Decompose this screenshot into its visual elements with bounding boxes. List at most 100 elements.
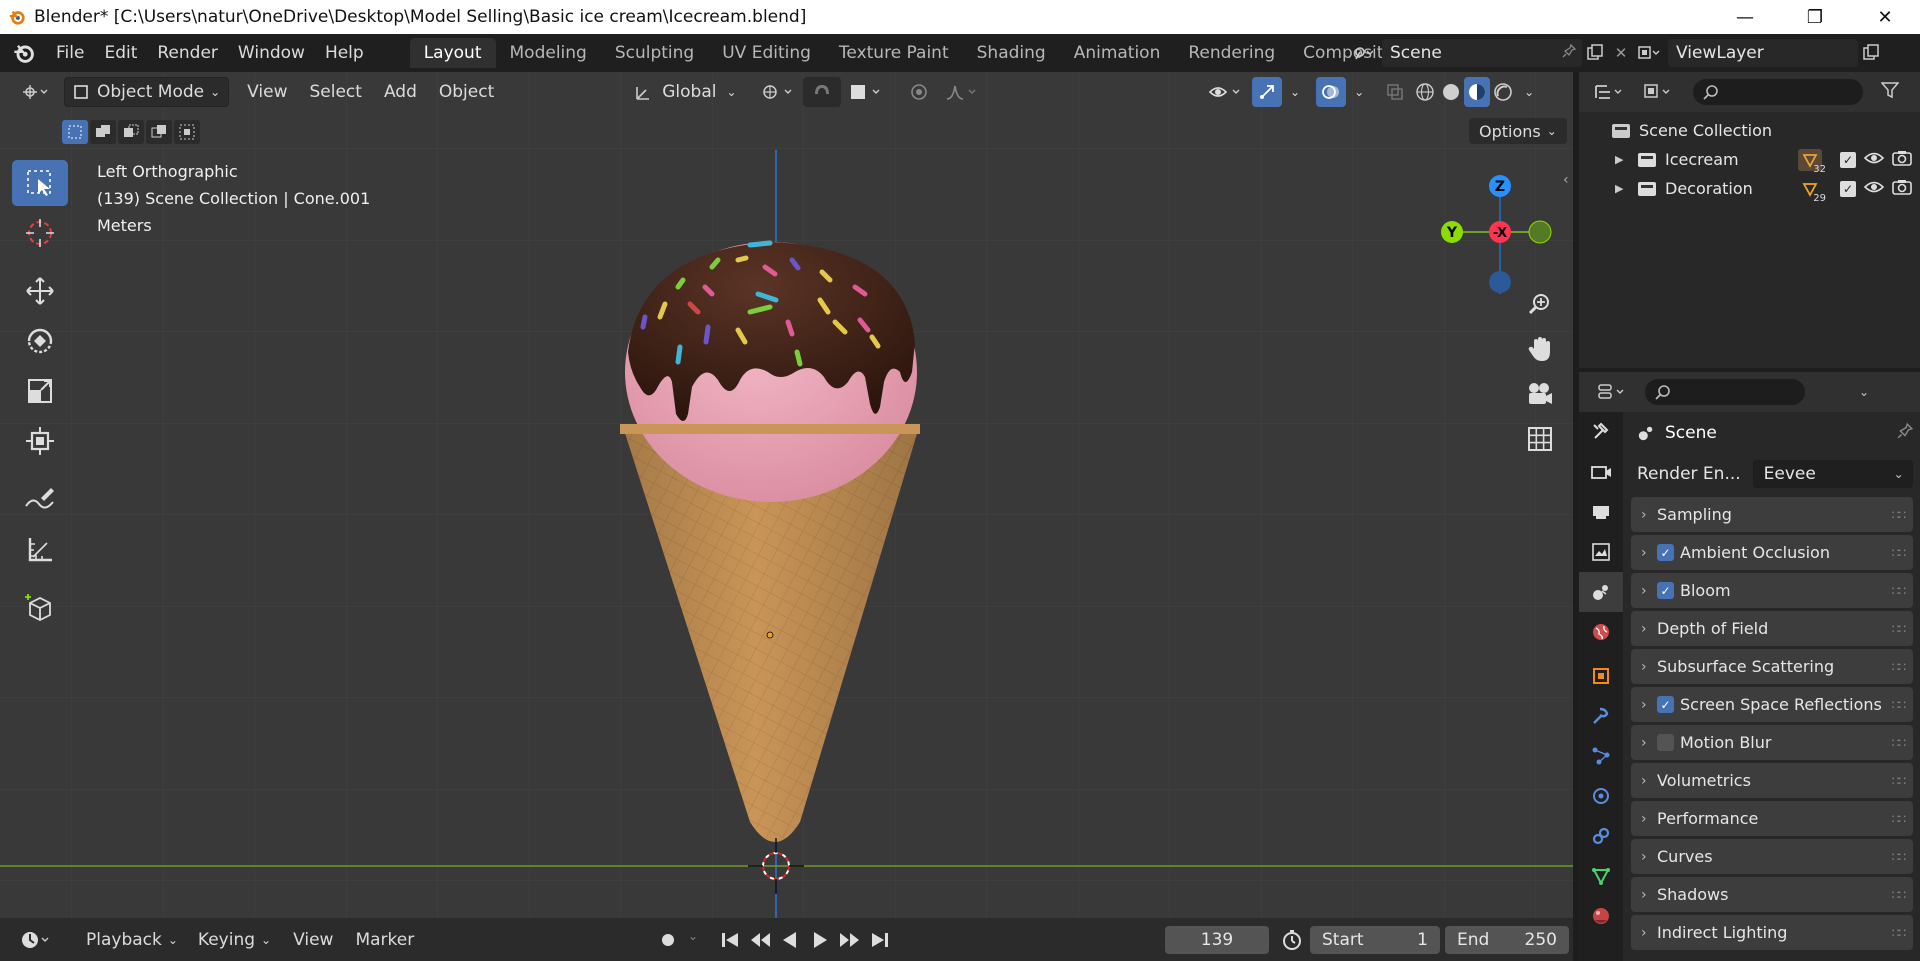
add-cube-tool-icon[interactable] xyxy=(12,584,68,630)
drag-handle-icon[interactable]: ∷∷ xyxy=(1892,888,1906,902)
camera-render-icon[interactable] xyxy=(1892,179,1912,199)
panel-performance[interactable]: › Performance ∷∷ xyxy=(1631,801,1913,836)
tab-sculpting[interactable]: Sculpting xyxy=(601,38,708,68)
particles-tab-icon[interactable] xyxy=(1579,736,1623,776)
tool-tab-icon[interactable] xyxy=(1579,412,1623,452)
scene-name-field[interactable]: Scene xyxy=(1382,39,1582,67)
tab-rendering[interactable]: Rendering xyxy=(1174,38,1289,68)
cursor-tool-icon[interactable] xyxy=(12,210,68,256)
object-menu[interactable]: Object xyxy=(431,77,502,107)
perspective-toggle-grid-icon[interactable] xyxy=(1521,420,1559,458)
select-menu[interactable]: Select xyxy=(302,77,370,107)
editor-type-icon[interactable] xyxy=(12,77,58,107)
exclude-checkbox[interactable]: ✓ xyxy=(1840,151,1856,168)
transform-tool-icon[interactable] xyxy=(12,418,68,464)
menu-file[interactable]: File xyxy=(46,38,94,68)
scale-tool-icon[interactable] xyxy=(12,368,68,414)
falloff-icon[interactable] xyxy=(937,77,987,107)
drag-handle-icon[interactable]: ∷∷ xyxy=(1892,736,1906,750)
output-tab-icon[interactable] xyxy=(1579,492,1623,532)
tab-uv-editing[interactable]: UV Editing xyxy=(708,38,825,68)
viewlayer-name-field[interactable]: ViewLayer xyxy=(1668,39,1858,67)
drag-handle-icon[interactable]: ∷∷ xyxy=(1892,812,1906,826)
panel-depth-of-field[interactable]: › Depth of Field ∷∷ xyxy=(1631,611,1913,646)
close-button[interactable]: ✕ xyxy=(1850,0,1920,34)
exclude-checkbox[interactable]: ✓ xyxy=(1840,180,1856,197)
properties-search-input[interactable] xyxy=(1645,379,1805,405)
object-tab-icon[interactable] xyxy=(1579,656,1623,696)
auto-keying-dropdown-icon[interactable]: ⌄ xyxy=(688,929,698,943)
chevron-right-icon[interactable]: › xyxy=(1641,583,1657,599)
panel-bloom[interactable]: › ✓ Bloom ∷∷ xyxy=(1631,573,1913,608)
chevron-right-icon[interactable]: › xyxy=(1641,621,1657,637)
overlays-toggle-icon[interactable] xyxy=(1316,77,1347,107)
rendered-shading-icon[interactable] xyxy=(1490,77,1516,107)
gizmo-toggle-icon[interactable] xyxy=(1252,77,1282,107)
panel-enable-checkbox[interactable]: ✓ xyxy=(1657,696,1674,713)
marker-menu[interactable]: Marker xyxy=(347,925,422,955)
solid-shading-icon[interactable] xyxy=(1438,77,1464,107)
material-preview-shading-icon[interactable] xyxy=(1464,77,1491,107)
physics-tab-icon[interactable] xyxy=(1579,776,1623,816)
panel-enable-checkbox[interactable] xyxy=(1657,734,1674,751)
pin-icon[interactable] xyxy=(1562,43,1577,63)
jump-start-icon[interactable] xyxy=(718,928,742,956)
rotate-tool-icon[interactable] xyxy=(12,318,68,364)
blender-logo-icon[interactable] xyxy=(10,39,38,67)
drag-handle-icon[interactable]: ∷∷ xyxy=(1892,774,1906,788)
panel-volumetrics[interactable]: › Volumetrics ∷∷ xyxy=(1631,763,1913,798)
snap-target-icon[interactable] xyxy=(841,77,891,107)
minimize-button[interactable]: — xyxy=(1710,0,1780,34)
view-menu[interactable]: View xyxy=(239,77,295,107)
camera-view-icon[interactable] xyxy=(1521,375,1559,413)
drag-handle-icon[interactable]: ∷∷ xyxy=(1892,622,1906,636)
select-extend-icon[interactable] xyxy=(90,120,116,144)
menu-window[interactable]: Window xyxy=(228,38,315,68)
viewlayer-browse-icon[interactable] xyxy=(1636,40,1662,66)
camera-render-icon[interactable] xyxy=(1892,150,1912,170)
new-scene-icon[interactable] xyxy=(1582,40,1608,66)
visibility-icon[interactable] xyxy=(1200,77,1252,107)
menu-render[interactable]: Render xyxy=(147,38,228,68)
menu-edit[interactable]: Edit xyxy=(94,38,147,68)
panel-enable-checkbox[interactable]: ✓ xyxy=(1657,544,1674,561)
panel-indirect-lighting[interactable]: › Indirect Lighting ∷∷ xyxy=(1631,915,1913,950)
select-intersect-icon[interactable] xyxy=(174,120,200,144)
annotate-tool-icon[interactable] xyxy=(12,476,68,522)
chevron-right-icon[interactable]: › xyxy=(1641,697,1657,713)
scene-collection-row[interactable]: Scene Collection xyxy=(1579,116,1920,145)
play-reverse-icon[interactable] xyxy=(778,928,802,956)
view-layer-tab-icon[interactable] xyxy=(1579,532,1623,572)
eye-icon[interactable] xyxy=(1863,179,1885,199)
panel-shadows[interactable]: › Shadows ∷∷ xyxy=(1631,877,1913,912)
timeline-editor-type-icon[interactable] xyxy=(12,925,60,955)
drag-handle-icon[interactable]: ∷∷ xyxy=(1892,584,1906,598)
panel-sampling[interactable]: › Sampling ∷∷ xyxy=(1631,497,1913,532)
play-icon[interactable] xyxy=(808,928,832,956)
expand-arrow-icon[interactable]: ▶ xyxy=(1615,153,1631,166)
3d-viewport[interactable]: Object Mode ⌄ View Select Add Object Glo… xyxy=(0,72,1573,918)
scene-browse-icon[interactable] xyxy=(1350,40,1376,66)
end-frame-field[interactable]: End 250 xyxy=(1445,926,1569,954)
panel-enable-checkbox[interactable]: ✓ xyxy=(1657,582,1674,599)
drag-handle-icon[interactable]: ∷∷ xyxy=(1892,546,1906,560)
modifiers-tab-icon[interactable] xyxy=(1579,696,1623,736)
add-menu[interactable]: Add xyxy=(376,77,425,107)
chevron-right-icon[interactable]: › xyxy=(1641,659,1657,675)
chevron-right-icon[interactable]: › xyxy=(1641,887,1657,903)
material-tab-icon[interactable] xyxy=(1579,896,1623,936)
measure-tool-icon[interactable] xyxy=(12,526,68,572)
chevron-right-icon[interactable]: › xyxy=(1641,507,1657,523)
panel-ambient-occlusion[interactable]: › ✓ Ambient Occlusion ∷∷ xyxy=(1631,535,1913,570)
current-frame-field[interactable]: 139 xyxy=(1165,926,1269,954)
collection-row-decoration[interactable]: ▶ Decoration 29 ✓ xyxy=(1579,174,1920,204)
select-box-tool-icon[interactable] xyxy=(12,160,68,206)
select-subtract-icon[interactable] xyxy=(118,120,144,144)
filter-icon[interactable] xyxy=(1880,81,1900,103)
outliner-search-input[interactable] xyxy=(1693,79,1863,105)
options-dropdown[interactable]: Options ⌄ xyxy=(1469,118,1567,144)
maximize-button[interactable]: ❐ xyxy=(1780,0,1850,34)
tab-modeling[interactable]: Modeling xyxy=(496,38,601,68)
menu-help[interactable]: Help xyxy=(315,38,374,68)
auto-keying-record-icon[interactable] xyxy=(655,931,681,949)
